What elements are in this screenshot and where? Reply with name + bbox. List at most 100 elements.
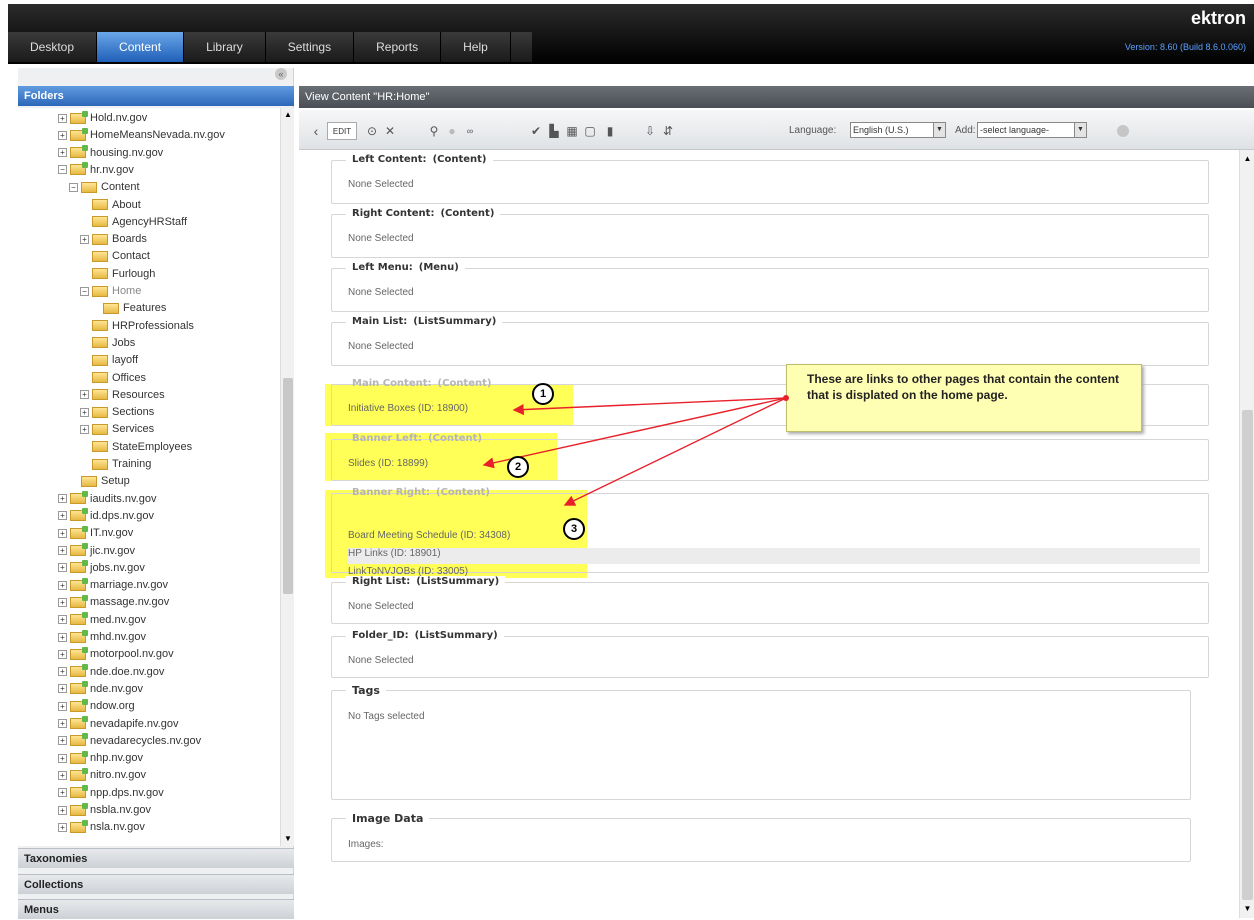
- collapse-icon[interactable]: «: [275, 68, 287, 80]
- tree-node[interactable]: + HomeMeansNevada.nv.gov: [58, 127, 225, 144]
- expand-icon[interactable]: +: [58, 632, 67, 642]
- tree-node[interactable]: + housing.nv.gov: [58, 145, 163, 162]
- expand-icon[interactable]: +: [58, 805, 67, 815]
- tree-node[interactable]: About: [80, 197, 141, 214]
- expand-icon[interactable]: +: [58, 130, 67, 140]
- back-icon[interactable]: ‹: [309, 122, 323, 140]
- tree-node[interactable]: + npp.dps.nv.gov: [58, 785, 164, 802]
- expand-icon[interactable]: +: [80, 390, 89, 400]
- tree-node[interactable]: Jobs: [80, 335, 135, 352]
- tree-node[interactable]: + jic.nv.gov: [58, 543, 135, 560]
- tree-node[interactable]: Features: [91, 300, 166, 317]
- add-language-select[interactable]: -select language- ▼: [977, 122, 1087, 138]
- collapse-icon[interactable]: −: [69, 182, 78, 192]
- properties-icon[interactable]: ▦: [565, 122, 579, 140]
- expand-icon[interactable]: +: [58, 736, 67, 746]
- expand-icon[interactable]: +: [80, 407, 89, 417]
- tab-content[interactable]: Content: [97, 32, 185, 62]
- scroll-up-icon[interactable]: ▲: [1242, 154, 1253, 164]
- expand-icon[interactable]: +: [80, 424, 89, 434]
- content-link[interactable]: Slides (ID: 18899): [348, 458, 428, 469]
- tree-node[interactable]: + id.dps.nv.gov: [58, 508, 154, 525]
- tree-node[interactable]: − Content: [69, 179, 140, 196]
- tree-node[interactable]: Contact: [80, 248, 150, 265]
- expand-icon[interactable]: +: [58, 563, 67, 573]
- tree-node[interactable]: + nevadarecycles.nv.gov: [58, 733, 201, 750]
- tab-library[interactable]: Library: [184, 32, 266, 62]
- scrollbar-thumb[interactable]: [283, 378, 293, 594]
- expand-icon[interactable]: +: [58, 615, 67, 625]
- expand-icon[interactable]: +: [58, 701, 67, 711]
- tree-node[interactable]: HRProfessionals: [80, 318, 194, 335]
- tree-node[interactable]: + Sections: [80, 404, 154, 421]
- accordion-collections[interactable]: Collections: [18, 874, 294, 894]
- tree-node[interactable]: + massage.nv.gov: [58, 594, 169, 611]
- expand-icon[interactable]: +: [58, 753, 67, 763]
- expand-icon[interactable]: +: [58, 494, 67, 504]
- content-scrollbar[interactable]: ▲ ▼: [1239, 150, 1254, 918]
- delete-icon[interactable]: ✕: [383, 122, 397, 140]
- expand-icon[interactable]: +: [58, 580, 67, 590]
- tree-node[interactable]: Training: [80, 456, 151, 473]
- accordion-taxonomies[interactable]: Taxonomies: [18, 848, 294, 868]
- scrollbar-thumb[interactable]: [1242, 410, 1253, 900]
- expand-icon[interactable]: +: [58, 684, 67, 694]
- tree-node[interactable]: + nsbla.nv.gov: [58, 802, 151, 819]
- expand-icon[interactable]: +: [80, 234, 89, 244]
- content-link[interactable]: Board Meeting Schedule (ID: 34308): [348, 530, 510, 541]
- tree-node[interactable]: − hr.nv.gov: [58, 162, 134, 179]
- tab-settings[interactable]: Settings: [266, 32, 355, 62]
- workflow-icon[interactable]: ⇩: [643, 122, 657, 140]
- tree-node[interactable]: + ndow.org: [58, 698, 135, 715]
- tree-node[interactable]: + Services: [80, 421, 154, 438]
- tree-node[interactable]: Setup: [69, 473, 130, 490]
- tree-node[interactable]: + jobs.nv.gov: [58, 560, 145, 577]
- tree-node[interactable]: + nhp.nv.gov: [58, 750, 143, 767]
- history-icon[interactable]: ⊙: [365, 122, 379, 140]
- tab-reports[interactable]: Reports: [354, 32, 442, 62]
- permissions-icon[interactable]: ⚲: [427, 122, 441, 140]
- tree-node[interactable]: + med.nv.gov: [58, 612, 146, 629]
- expand-icon[interactable]: +: [58, 822, 67, 832]
- expand-icon[interactable]: +: [58, 148, 67, 158]
- tree-node[interactable]: + mhd.nv.gov: [58, 629, 146, 646]
- scroll-up-icon[interactable]: ▲: [283, 110, 293, 120]
- tree-node[interactable]: + nde.nv.gov: [58, 681, 143, 698]
- chevron-down-icon[interactable]: ▼: [933, 123, 945, 137]
- accordion-menus[interactable]: Menus: [18, 899, 294, 919]
- checkin-icon[interactable]: ✔: [529, 122, 543, 140]
- tree-node[interactable]: + iaudits.nv.gov: [58, 491, 156, 508]
- content-link[interactable]: HP Links (ID: 18901): [348, 548, 441, 559]
- tree-node[interactable]: layoff: [80, 352, 138, 369]
- tree-node[interactable]: AgencyHRStaff: [80, 214, 187, 231]
- tree-node[interactable]: Furlough: [80, 266, 155, 283]
- expand-icon[interactable]: +: [58, 788, 67, 798]
- expand-icon[interactable]: +: [58, 770, 67, 780]
- tree-node[interactable]: + marriage.nv.gov: [58, 577, 168, 594]
- tree-node[interactable]: + nitro.nv.gov: [58, 767, 146, 784]
- content-link[interactable]: Initiative Boxes (ID: 18900): [348, 403, 468, 414]
- tree-node[interactable]: + nsla.nv.gov: [58, 819, 145, 836]
- tree-node[interactable]: StateEmployees: [80, 439, 192, 456]
- edit-button[interactable]: EDIT: [327, 122, 357, 140]
- approve-icon[interactable]: ●: [445, 122, 459, 140]
- tree-node[interactable]: + nevadapife.nv.gov: [58, 716, 178, 733]
- expand-icon[interactable]: +: [58, 719, 67, 729]
- tree-node[interactable]: + Resources: [80, 387, 165, 404]
- expand-icon[interactable]: +: [58, 113, 67, 123]
- page-icon[interactable]: ▮: [603, 122, 617, 140]
- expand-icon[interactable]: +: [58, 511, 67, 521]
- chevron-down-icon[interactable]: ▼: [1074, 123, 1086, 137]
- preview-icon[interactable]: ▢: [583, 122, 597, 140]
- tree-node[interactable]: + Hold.nv.gov: [58, 110, 147, 127]
- tree-scrollbar[interactable]: ▲ ▼: [280, 108, 294, 846]
- expand-icon[interactable]: +: [58, 528, 67, 538]
- collapse-icon[interactable]: −: [58, 165, 67, 175]
- translate-icon[interactable]: ⇵: [661, 122, 675, 140]
- expand-icon[interactable]: +: [58, 546, 67, 556]
- help-icon[interactable]: [1117, 125, 1129, 137]
- expand-icon[interactable]: +: [58, 597, 67, 607]
- expand-icon[interactable]: +: [58, 649, 67, 659]
- tree-node[interactable]: + IT.nv.gov: [58, 525, 133, 542]
- folders-header[interactable]: Folders: [18, 86, 294, 106]
